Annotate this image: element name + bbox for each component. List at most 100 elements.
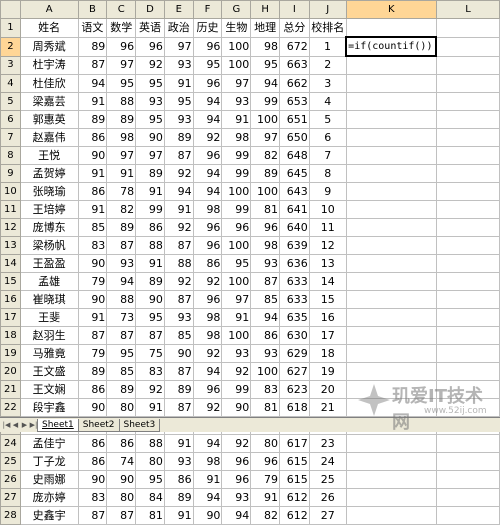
tab-sheet3[interactable]: Sheet3 — [118, 418, 161, 432]
row-header[interactable]: 5 — [0, 92, 21, 111]
cell[interactable]: 杜宇涛 — [19, 55, 79, 75]
cell[interactable]: 643 — [279, 182, 310, 201]
cell[interactable]: 95 — [250, 55, 280, 75]
cell[interactable]: 8 — [308, 164, 347, 183]
cell[interactable]: 78 — [106, 182, 137, 201]
cell[interactable] — [435, 200, 500, 219]
cell[interactable]: 86 — [77, 434, 108, 453]
row-header[interactable]: 20 — [0, 362, 21, 381]
cell[interactable]: 史雨娜 — [19, 470, 79, 489]
cell[interactable]: 83 — [77, 488, 108, 507]
cell[interactable]: 91 — [163, 200, 194, 219]
cell[interactable]: 王培婷 — [19, 200, 79, 219]
cell[interactable]: 98 — [106, 128, 137, 147]
column-header-a[interactable]: A — [19, 0, 79, 19]
cell[interactable]: 627 — [279, 362, 310, 381]
cell[interactable]: 96 — [221, 470, 252, 489]
cell[interactable]: 89 — [77, 36, 108, 57]
row-header[interactable]: 15 — [0, 272, 21, 291]
cell[interactable] — [345, 254, 437, 273]
cell[interactable]: 89 — [163, 380, 194, 399]
cell[interactable]: 100 — [221, 55, 252, 75]
cell[interactable]: 82 — [250, 146, 280, 165]
column-header-h[interactable]: H — [250, 0, 280, 19]
row-header[interactable]: 1 — [0, 18, 21, 38]
column-header-j[interactable]: J — [308, 0, 347, 19]
cell[interactable]: 89 — [163, 488, 194, 507]
cell[interactable]: 17 — [308, 326, 347, 345]
cell[interactable]: 91 — [106, 164, 137, 183]
cell[interactable]: 79 — [77, 344, 108, 363]
cell[interactable]: 95 — [135, 308, 165, 327]
cell[interactable]: 张晓瑜 — [19, 182, 79, 201]
cell[interactable]: 3 — [308, 74, 347, 93]
cell[interactable] — [435, 236, 500, 255]
cell[interactable]: 21 — [308, 398, 347, 417]
cell[interactable]: 87 — [163, 398, 194, 417]
cell[interactable]: 99 — [135, 200, 165, 219]
cell[interactable]: 91 — [77, 92, 108, 111]
column-header-c[interactable]: C — [106, 0, 137, 19]
cell[interactable]: 15 — [308, 290, 347, 309]
cell[interactable] — [345, 55, 437, 75]
cell[interactable]: 85 — [77, 218, 108, 237]
cell[interactable]: 99 — [221, 164, 252, 183]
cell[interactable]: 赵嘉伟 — [19, 128, 79, 147]
cell[interactable]: 91 — [163, 434, 194, 453]
cell[interactable]: 94 — [192, 362, 223, 381]
cell[interactable]: 25 — [308, 470, 347, 489]
cell[interactable]: 97 — [163, 36, 194, 57]
cell[interactable]: 87 — [135, 326, 165, 345]
cell[interactable]: 王斐 — [19, 308, 79, 327]
cell[interactable]: 100 — [221, 272, 252, 291]
cell[interactable]: 98 — [250, 36, 280, 57]
cell[interactable]: 612 — [279, 506, 310, 525]
cell[interactable] — [435, 470, 500, 489]
row-header[interactable]: 7 — [0, 128, 21, 147]
cell[interactable]: 95 — [135, 74, 165, 93]
cell[interactable]: 14 — [308, 272, 347, 291]
row-header[interactable]: 6 — [0, 110, 21, 129]
cell[interactable] — [435, 218, 500, 237]
cell[interactable]: 96 — [192, 74, 223, 93]
cell[interactable]: 82 — [250, 506, 280, 525]
cell[interactable]: 88 — [135, 434, 165, 453]
cell[interactable]: 100 — [250, 110, 280, 129]
cell[interactable]: 94 — [163, 182, 194, 201]
cell[interactable]: 89 — [250, 164, 280, 183]
cell[interactable] — [435, 74, 500, 93]
cell[interactable]: 87 — [163, 236, 194, 255]
cell[interactable]: 93 — [163, 110, 194, 129]
cell[interactable]: 96 — [221, 218, 252, 237]
cell[interactable]: 94 — [192, 92, 223, 111]
cell[interactable]: 90 — [163, 344, 194, 363]
cell[interactable]: 89 — [135, 164, 165, 183]
cell[interactable] — [435, 182, 500, 201]
cell[interactable]: 95 — [163, 92, 194, 111]
cell[interactable]: 96 — [192, 290, 223, 309]
row-header[interactable]: 13 — [0, 236, 21, 255]
column-header-g[interactable]: G — [221, 0, 252, 19]
cell[interactable]: 100 — [221, 182, 252, 201]
cell[interactable]: 91 — [77, 200, 108, 219]
cell[interactable]: 96 — [221, 452, 252, 471]
active-formula-cell[interactable]: =if(countif()) — [345, 36, 438, 57]
cell[interactable]: 87 — [77, 506, 108, 525]
cell[interactable]: 92 — [163, 218, 194, 237]
cell[interactable]: 10 — [308, 200, 347, 219]
cell[interactable]: 93 — [250, 254, 280, 273]
cell[interactable]: 636 — [279, 254, 310, 273]
cell[interactable]: 96 — [135, 36, 165, 57]
cell[interactable]: 100 — [221, 36, 252, 57]
cell[interactable]: 95 — [106, 344, 137, 363]
cell[interactable] — [345, 326, 437, 345]
cell[interactable]: 94 — [192, 164, 223, 183]
cell[interactable]: 2 — [308, 55, 347, 75]
cell[interactable]: 杜佳欣 — [19, 74, 79, 93]
cell[interactable]: 24 — [308, 452, 347, 471]
cell[interactable]: 85 — [163, 326, 194, 345]
cell[interactable]: 93 — [163, 452, 194, 471]
column-header-l[interactable]: L — [435, 0, 500, 19]
cell[interactable]: 100 — [221, 236, 252, 255]
cell[interactable]: 81 — [250, 200, 280, 219]
